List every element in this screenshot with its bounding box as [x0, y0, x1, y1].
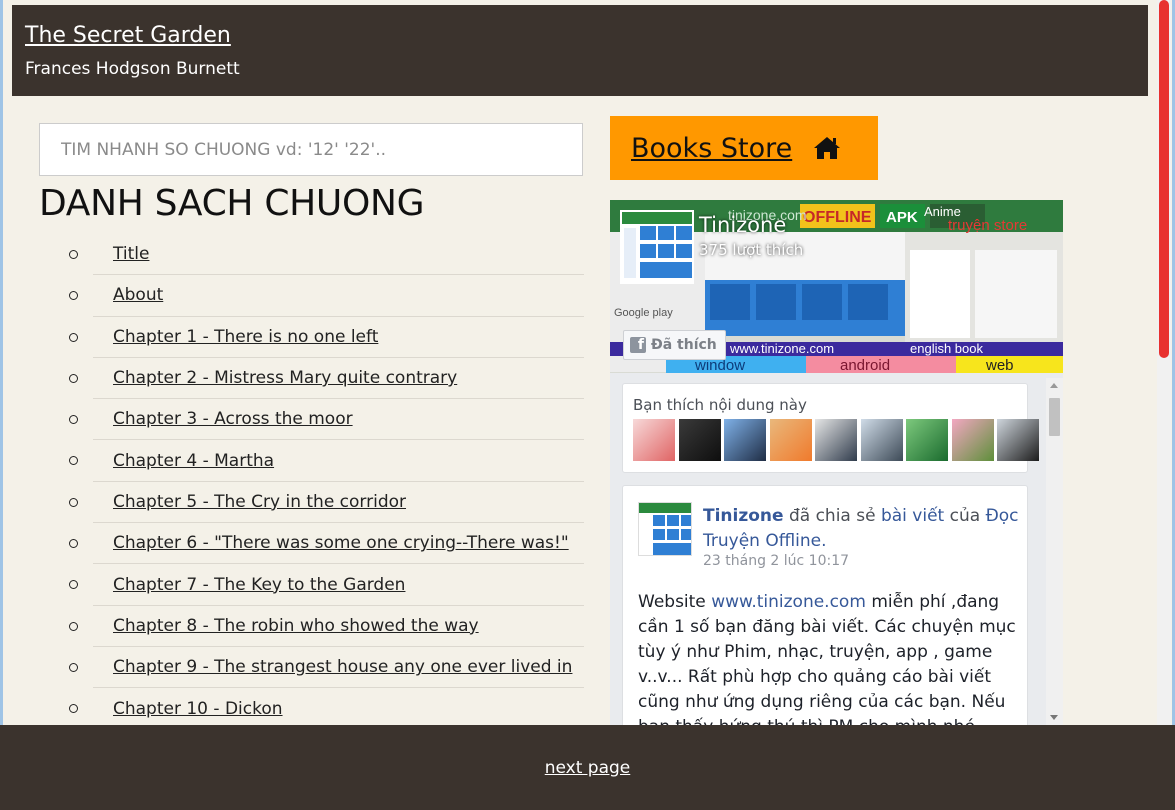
facebook-feed[interactable]: Bạn thích nội dung này Tinizone đã chia …: [610, 373, 1063, 725]
chapter-link[interactable]: Chapter 7 - The Key to the Garden: [113, 575, 405, 595]
friend-avatar[interactable]: [815, 419, 857, 461]
facebook-post: Tinizone đã chia sẻ bài viết của Đọc Tru…: [622, 485, 1028, 725]
chapter-list-item: About: [69, 275, 584, 317]
facebook-page-name[interactable]: Tinizone: [699, 213, 786, 237]
svg-text:android: android: [840, 357, 890, 373]
chapter-link[interactable]: Chapter 10 - Dickon: [113, 699, 283, 719]
page-scrollbar[interactable]: [1157, 0, 1171, 725]
chapter-search-input[interactable]: [39, 123, 583, 176]
window-border-left: [0, 0, 3, 810]
book-author: Frances Hodgson Burnett: [25, 59, 240, 79]
friend-avatar[interactable]: [633, 419, 675, 461]
post-body-prefix: Website: [638, 592, 706, 612]
book-title-link[interactable]: The Secret Garden: [25, 23, 231, 48]
chapter-list: Title About Chapter 1 - There is no one le…: [69, 234, 584, 730]
chapter-link[interactable]: Chapter 5 - The Cry in the corridor: [113, 492, 406, 512]
list-bullet-icon: [69, 250, 78, 259]
chapter-list-item: Chapter 7 - The Key to the Garden: [69, 564, 584, 606]
list-bullet-icon: [69, 704, 78, 714]
friend-avatar[interactable]: [906, 419, 948, 461]
facebook-liked-label: Đã thích: [651, 337, 717, 353]
books-store-label: Books Store: [631, 132, 793, 164]
chapter-link[interactable]: Title: [113, 244, 149, 264]
facebook-like-count: 375 lượt thích: [699, 241, 804, 259]
facebook-feed-scrollbar-thumb[interactable]: [1049, 398, 1060, 436]
scroll-down-arrow-icon[interactable]: [1050, 715, 1058, 720]
chapter-link[interactable]: Chapter 1 - There is no one left: [113, 327, 378, 347]
chapter-list-item: Chapter 5 - The Cry in the corridor: [69, 482, 584, 524]
friends-like-caption: Bạn thích nội dung này: [633, 396, 807, 414]
post-header: Tinizone đã chia sẻ bài viết của Đọc Tru…: [703, 504, 1023, 554]
post-link[interactable]: bài viết: [881, 506, 944, 526]
chapter-list-item: Chapter 8 - The robin who showed the way: [69, 606, 584, 647]
chapter-list-item: Chapter 1 - There is no one left: [69, 317, 584, 358]
page-scrollbar-thumb[interactable]: [1159, 0, 1169, 358]
chapter-link[interactable]: Chapter 2 - Mistress Mary quite contrary: [113, 368, 457, 388]
post-shared-text: đã chia sẻ: [788, 506, 876, 526]
chapter-list-item: Chapter 4 - Martha: [69, 440, 584, 482]
chapter-list-item: Chapter 9 - The strangest house any one …: [69, 647, 584, 689]
chapter-list-item: Title: [69, 234, 584, 276]
facebook-page-widget: OFFLINE APK Anime truyện store tinizone.…: [610, 200, 1063, 725]
friend-avatar[interactable]: [769, 419, 812, 461]
chapter-list-item: Chapter 3 - Across the moor: [69, 399, 584, 441]
facebook-liked-button[interactable]: f Đã thích: [623, 330, 726, 360]
chapter-list-item: Chapter 2 - Mistress Mary quite contrary: [69, 358, 584, 400]
list-bullet-icon: [69, 291, 78, 301]
list-bullet-icon: [69, 415, 78, 425]
friend-avatar[interactable]: [997, 419, 1039, 461]
site-header: The Secret Garden Frances Hodgson Burnet…: [12, 5, 1148, 96]
chapter-list-item: Chapter 10 - Dickon: [69, 688, 584, 729]
facebook-cover-image[interactable]: OFFLINE APK Anime truyện store tinizone.…: [610, 200, 1063, 373]
list-bullet-icon: [69, 662, 78, 672]
list-bullet-icon: [69, 621, 78, 631]
post-author-link[interactable]: Tinizone: [703, 506, 784, 526]
svg-text:www.tinizone.com: www.tinizone.com: [729, 341, 834, 356]
svg-text:Google play: Google play: [614, 307, 673, 319]
list-bullet-icon: [69, 373, 78, 383]
post-body-link[interactable]: www.tinizone.com: [711, 592, 866, 612]
chapter-list-title: DANH SACH CHUONG: [39, 183, 425, 224]
chapter-link[interactable]: Chapter 8 - The robin who showed the way: [113, 616, 479, 636]
list-bullet-icon: [69, 332, 78, 342]
chapter-link[interactable]: About: [113, 285, 163, 305]
list-bullet-icon: [69, 580, 78, 590]
facebook-page-avatar[interactable]: [620, 210, 694, 284]
facebook-feed-scrollbar[interactable]: [1046, 378, 1063, 725]
chapter-link[interactable]: Chapter 6 - "There was some one crying--…: [113, 533, 569, 553]
scroll-up-arrow-icon[interactable]: [1050, 383, 1058, 388]
friend-avatar[interactable]: [724, 419, 766, 461]
page-footer: next page: [0, 725, 1175, 810]
svg-text:APK: APK: [886, 209, 918, 226]
svg-text:OFFLINE: OFFLINE: [803, 209, 872, 226]
chapter-link[interactable]: Chapter 4 - Martha: [113, 451, 274, 471]
svg-text:english book: english book: [910, 341, 983, 356]
home-icon: [814, 137, 841, 159]
post-author-avatar[interactable]: [638, 502, 692, 556]
facebook-icon: f: [630, 337, 646, 353]
chapter-link[interactable]: Chapter 3 - Across the moor: [113, 409, 353, 429]
list-bullet-icon: [69, 456, 78, 466]
friend-avatar[interactable]: [860, 419, 903, 461]
list-bullet-icon: [69, 539, 78, 549]
svg-text:web: web: [985, 357, 1014, 373]
post-of-text: của: [949, 506, 981, 526]
friend-avatars: [633, 419, 1039, 461]
svg-text:truyện store: truyện store: [948, 217, 1027, 234]
next-page-link[interactable]: next page: [545, 758, 631, 778]
facebook-friends-box: Bạn thích nội dung này: [622, 383, 1039, 473]
books-store-button[interactable]: Books Store: [610, 116, 878, 180]
post-timestamp[interactable]: 23 tháng 2 lúc 10:17: [703, 553, 849, 569]
friend-avatar[interactable]: [678, 419, 721, 461]
friend-avatar[interactable]: [951, 419, 994, 461]
list-bullet-icon: [69, 497, 78, 507]
chapter-link[interactable]: Chapter 9 - The strangest house any one …: [113, 657, 572, 677]
post-body: Website www.tinizone.com miễn phí ,đang …: [638, 590, 1018, 725]
chapter-list-item: Chapter 6 - "There was some one crying--…: [69, 523, 584, 565]
